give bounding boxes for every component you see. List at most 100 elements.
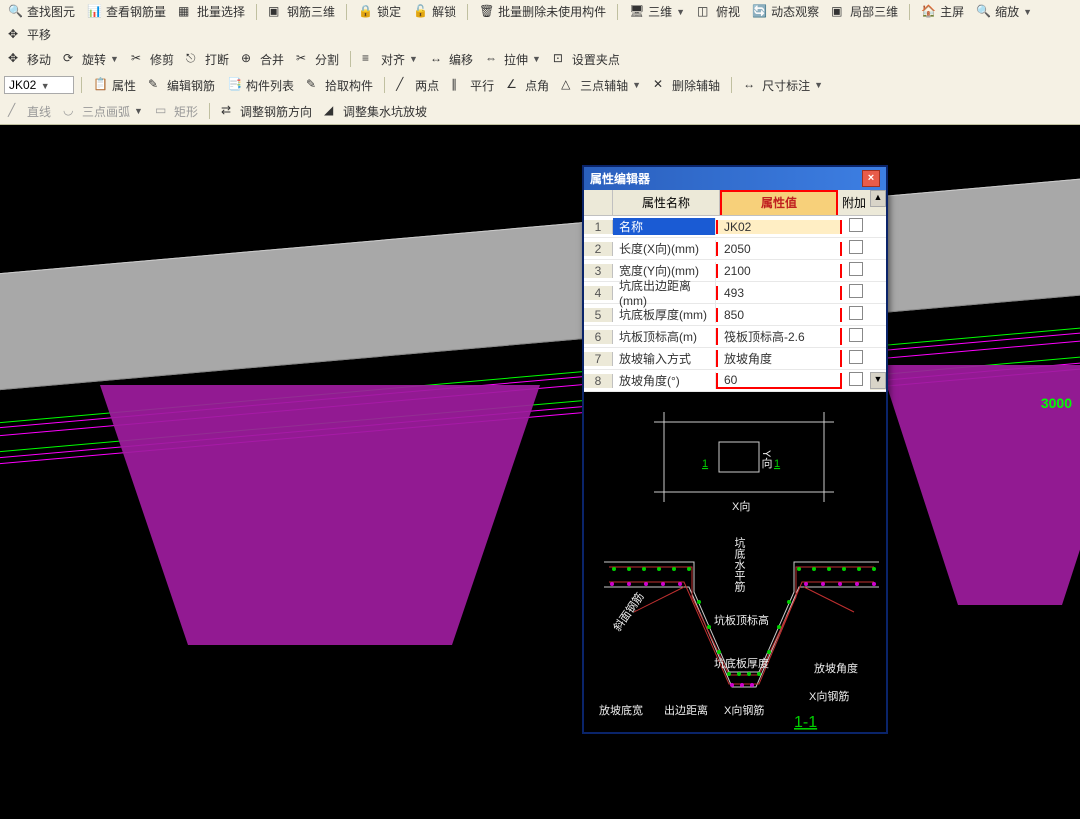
col-name[interactable]: 属性名称 (613, 190, 720, 215)
checkbox-icon[interactable] (849, 306, 863, 320)
checkbox-icon[interactable] (849, 284, 863, 298)
tb-top-view[interactable]: ◫俯视 (693, 2, 744, 21)
prop-name-cell[interactable]: 坑底板厚度(mm) (613, 306, 716, 323)
tb-edit-rebar[interactable]: ✎编辑钢筋 (144, 76, 219, 95)
tb-parallel[interactable]: ∥平行 (447, 76, 498, 95)
panel-titlebar[interactable]: 属性编辑器 × (584, 167, 886, 190)
tb-rebar-qty[interactable]: 📊查看钢筋量 (83, 2, 170, 21)
tb-pan[interactable]: ✥平移 (4, 25, 55, 44)
tb-orbit[interactable]: 🔄动态观察 (748, 2, 823, 21)
tb-line[interactable]: ╱直线 (4, 102, 55, 121)
tb-rebar-3d[interactable]: ▣钢筋三维 (264, 2, 339, 21)
tb-pick-comp[interactable]: ✎拾取构件 (302, 76, 377, 95)
tb-zoom[interactable]: 🔍缩放▼ (972, 2, 1036, 21)
prop-name-cell[interactable]: 坑底出边距离(mm) (613, 277, 716, 308)
col-extra[interactable]: 附加 (838, 190, 870, 215)
tb-2pt[interactable]: ╱两点 (392, 76, 443, 95)
checkbox-icon[interactable] (849, 262, 863, 276)
tb-del-aux[interactable]: ✕删除辅轴 (649, 76, 724, 95)
prop-value-cell[interactable]: JK02 (716, 220, 842, 234)
tb-batch-delete[interactable]: 🗑批量删除未使用构件 (475, 2, 610, 21)
tb-rect[interactable]: ▭矩形 (151, 102, 202, 121)
prop-value-cell[interactable]: 493 (716, 286, 842, 300)
tb-comp-list[interactable]: 📑构件列表 (223, 76, 298, 95)
svg-text:出边距离: 出边距离 (664, 703, 708, 717)
table-row[interactable]: 2长度(X向)(mm)2050 (584, 238, 886, 260)
prop-extra-cell[interactable] (842, 240, 870, 257)
tb-props[interactable]: 📋属性 (89, 76, 140, 95)
tb-join[interactable]: ⊕合并 (237, 50, 288, 69)
row-index: 3 (584, 264, 613, 278)
checkbox-icon[interactable] (849, 240, 863, 254)
tb-lookup[interactable]: 🔍查找图元 (4, 2, 79, 21)
prop-value-cell[interactable]: 850 (716, 308, 842, 322)
tb-3d[interactable]: 🖥三维▼ (625, 2, 689, 21)
table-row[interactable]: 5坑底板厚度(mm)850 (584, 304, 886, 326)
tb-rebar-dir[interactable]: ⇄调整钢筋方向 (217, 102, 316, 121)
prop-extra-cell[interactable] (842, 350, 870, 367)
tb-unlock[interactable]: 🔓解锁 (409, 2, 460, 21)
prop-value-cell[interactable]: 放坡角度 (716, 350, 842, 367)
prop-extra-cell[interactable] (842, 306, 870, 323)
tb-batch-select[interactable]: ▦批量选择 (174, 2, 249, 21)
component-dropdown[interactable]: JK02 ▼ (4, 76, 74, 94)
arc-icon: ◡ (63, 103, 79, 119)
tb-grip[interactable]: ⊡设置夹点 (549, 50, 624, 69)
row-index: 4 (584, 286, 613, 300)
tb-stretch[interactable]: ⇔拉伸▼ (481, 50, 545, 69)
3pt-icon: △ (561, 77, 577, 93)
tb-align[interactable]: ≡对齐▼ (358, 50, 422, 69)
prop-extra-cell[interactable] (842, 284, 870, 301)
dim-icon: ↔ (743, 77, 759, 93)
table-row[interactable]: 1名称JK02 (584, 216, 886, 238)
prop-value-cell[interactable]: 筏板顶标高-2.6 (716, 328, 842, 345)
prop-name-cell[interactable]: 放坡输入方式 (613, 350, 716, 367)
table-row[interactable]: 6坑板顶标高(m)筏板顶标高-2.6 (584, 326, 886, 348)
tb-offset[interactable]: ↔编移 (426, 50, 477, 69)
table-row[interactable]: 4坑底出边距离(mm)493 (584, 282, 886, 304)
stretch-icon: ⇔ (485, 51, 501, 67)
tb-home[interactable]: 🏠主屏 (917, 2, 968, 21)
tb-lock[interactable]: 🔒锁定 (354, 2, 405, 21)
tb-ptang[interactable]: ∠点角 (502, 76, 553, 95)
tb-local-3d[interactable]: ▣局部三维 (827, 2, 902, 21)
top-icon: ◫ (697, 4, 713, 20)
viewport-3d[interactable]: 3000 属性编辑器 × 属性名称 属性值 附加 ▲ 1名称JK022长度(X向… (0, 125, 1080, 819)
tb-break[interactable]: ⎋打断 (182, 50, 233, 69)
tb-move[interactable]: ✥移动 (4, 50, 55, 69)
split-icon: ✂ (296, 51, 312, 67)
tb-rotate[interactable]: ⟳旋转▼ (59, 50, 123, 69)
table-row[interactable]: 7放坡输入方式放坡角度 (584, 348, 886, 370)
prop-name-cell[interactable]: 坑板顶标高(m) (613, 328, 716, 345)
svg-text:1: 1 (774, 458, 780, 470)
tb-trim[interactable]: ✂修剪 (127, 50, 178, 69)
prop-value-cell[interactable]: 2100 (716, 264, 842, 278)
prop-value-cell[interactable]: 2050 (716, 242, 842, 256)
prop-name-cell[interactable]: 名称 (613, 218, 716, 235)
prop-value-cell[interactable]: 60 (716, 373, 842, 389)
row-index: 8 (584, 374, 613, 388)
property-editor-panel: 属性编辑器 × 属性名称 属性值 附加 ▲ 1名称JK022长度(X向)(mm)… (582, 165, 888, 734)
tb-dim[interactable]: ↔尺寸标注▼ (739, 76, 827, 95)
scroll-down-icon[interactable]: ▼ (870, 372, 886, 389)
close-icon[interactable]: × (862, 170, 880, 187)
table-row[interactable]: 8放坡角度(°)60 ▼ (584, 370, 886, 392)
prop-name-cell[interactable]: 长度(X向)(mm) (613, 240, 716, 257)
checkbox-icon[interactable] (849, 328, 863, 342)
prop-extra-cell[interactable] (842, 262, 870, 279)
prop-name-cell[interactable]: 放坡角度(°) (613, 372, 716, 389)
col-value[interactable]: 属性值 (720, 190, 838, 215)
tb-split[interactable]: ✂分割 (292, 50, 343, 69)
join-icon: ⊕ (241, 51, 257, 67)
tb-3pt-aux[interactable]: △三点辅轴▼ (557, 76, 645, 95)
prop-extra-cell[interactable] (842, 218, 870, 235)
prop-extra-cell[interactable] (842, 328, 870, 345)
tb-sump-slope[interactable]: ◢调整集水坑放坡 (320, 102, 431, 121)
scroll-up-icon[interactable]: ▲ (870, 190, 886, 207)
checkbox-icon[interactable] (849, 372, 863, 386)
tb-arc[interactable]: ◡三点画弧▼ (59, 102, 147, 121)
prop-extra-cell[interactable] (842, 372, 870, 389)
svg-text:X向钢筋: X向钢筋 (724, 703, 764, 717)
checkbox-icon[interactable] (849, 350, 863, 364)
checkbox-icon[interactable] (849, 218, 863, 232)
